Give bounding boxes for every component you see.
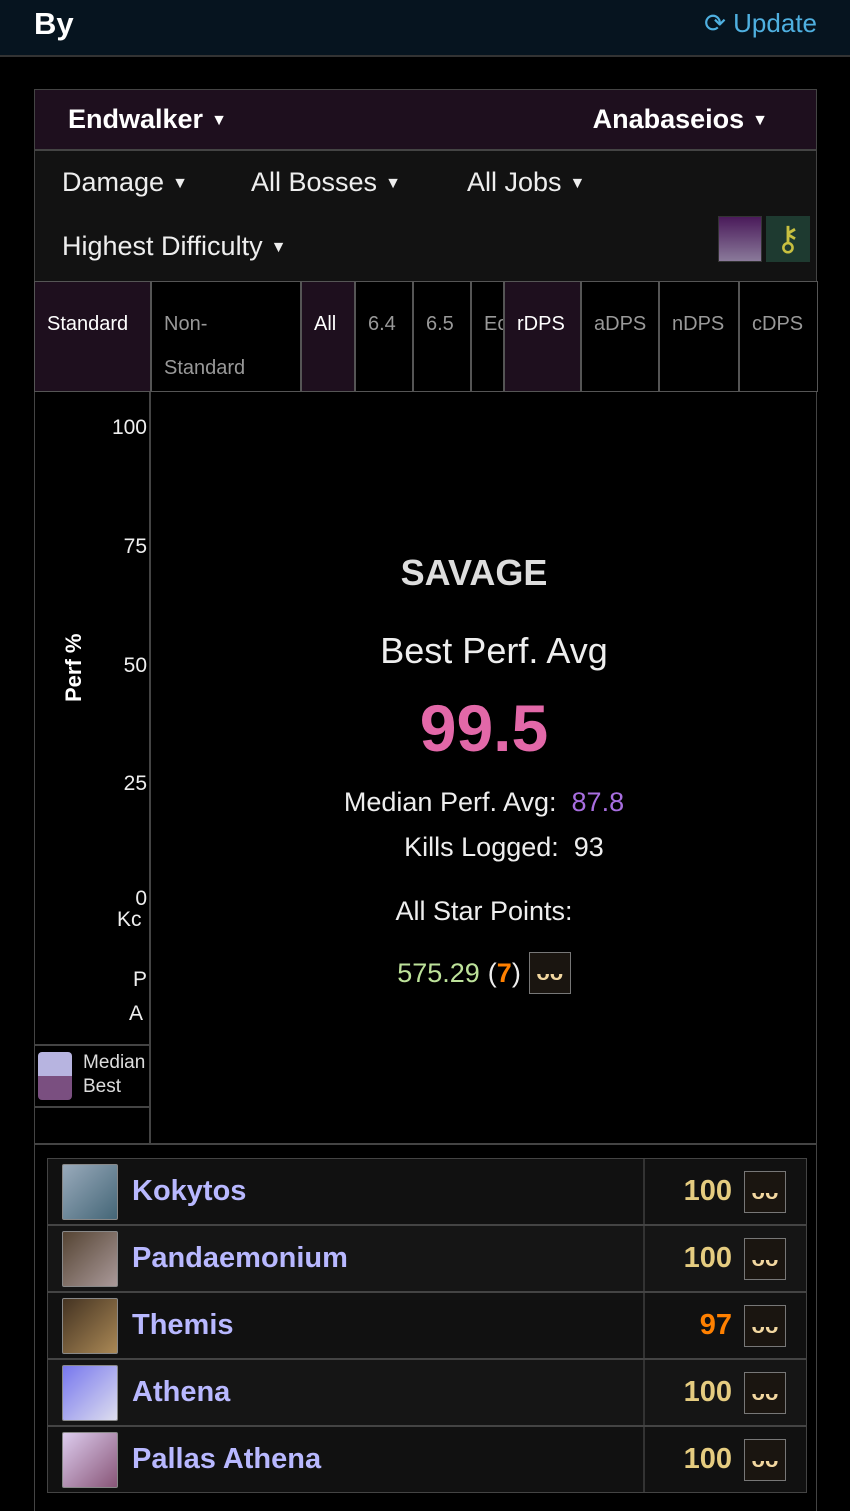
bosses-dropdown[interactable]: All Bosses ▼ — [251, 167, 401, 198]
tab-cdps[interactable]: cDPS — [739, 281, 818, 392]
boss-name[interactable]: Pandaemonium — [132, 1242, 643, 1275]
key-icon[interactable]: ⚷ — [766, 216, 810, 262]
boss-row[interactable]: Pandaemonium 100 ᴗᴗ — [47, 1225, 807, 1292]
legend-median: Median — [83, 1052, 146, 1073]
refresh-icon: ⟳ — [704, 8, 734, 38]
star-icon: ᴗᴗ — [744, 1371, 786, 1414]
legend-swatch-median — [38, 1052, 72, 1076]
boss-row[interactable]: Athena 100 ᴗᴗ — [47, 1359, 807, 1426]
y-tick: 100 — [111, 416, 147, 439]
boss-score-cell: 97 ᴗᴗ — [643, 1293, 806, 1358]
boss-avatar — [62, 1297, 118, 1354]
boss-score-cell: 100 ᴗᴗ — [643, 1427, 806, 1492]
caret-down-icon: ▼ — [270, 238, 287, 256]
boss-row[interactable]: Kokytos 100 ᴗᴗ — [47, 1158, 807, 1225]
caret-down-icon: ▼ — [172, 174, 188, 192]
zone-dropdown[interactable]: Anabaseios ▼ — [593, 104, 768, 135]
legend-best: Best — [83, 1076, 122, 1097]
y-tick: 25 — [123, 772, 147, 795]
rankings-panel: Endwalker ▼ Anabaseios ▼ Damage ▼ All Bosse… — [34, 89, 818, 1511]
boss-row[interactable]: Pallas Athena 100 ᴗᴗ — [47, 1426, 807, 1493]
tab-patch-6-5[interactable]: 6.5 — [413, 281, 471, 392]
boss-row[interactable]: Themis 97 ᴗᴗ — [47, 1292, 807, 1359]
star-icon: ᴗᴗ — [744, 1237, 786, 1280]
star-points-icon: ᴗᴗ — [528, 952, 571, 994]
boss-score-cell: 100 ᴗᴗ — [643, 1360, 806, 1425]
tab-patch-ec[interactable]: Ec — [471, 281, 504, 392]
tab-ndps[interactable]: nDPS — [659, 281, 739, 392]
tab-patch-6-4[interactable]: 6.4 — [355, 281, 413, 392]
boss-avatar — [62, 1364, 118, 1421]
tab-rdps[interactable]: rDPS — [504, 281, 581, 392]
y-tick: 0 — [135, 887, 147, 910]
boss-score: 97 — [699, 1309, 732, 1341]
caret-down-icon: ▼ — [211, 111, 227, 129]
boss-score-cell: 100 ᴗᴗ — [643, 1159, 806, 1224]
boss-score: 100 — [683, 1443, 732, 1475]
boss-score: 100 — [683, 1175, 732, 1207]
median-perf: Median Perf. Avg: 87.8 — [343, 787, 625, 817]
tab-non-standard[interactable]: Non-Standard — [151, 281, 301, 392]
zone-selector-bar: Endwalker ▼ Anabaseios ▼ — [35, 90, 816, 151]
star-points: 575.29 (7) ᴗᴗ — [151, 952, 817, 994]
x-label-clipped: P — [133, 968, 147, 991]
jobs-dropdown[interactable]: All Jobs ▼ — [467, 167, 585, 198]
x-label-clipped: A — [129, 1002, 144, 1025]
tab-patch-all[interactable]: All — [301, 281, 355, 392]
boss-score: 100 — [683, 1242, 732, 1274]
difficulty-label: SAVAGE — [400, 552, 548, 593]
update-button[interactable]: ⟳ Update — [704, 8, 817, 39]
boss-list: Kokytos 100 ᴗᴗ Pandaemonium 100 ᴗᴗ Themis … — [47, 1158, 807, 1493]
page-title: By — [34, 6, 74, 41]
difficulty-dropdown[interactable]: Highest Difficulty ▼ — [62, 231, 286, 262]
boss-name[interactable]: Themis — [132, 1309, 643, 1342]
top-bar: By ⟳ Update — [0, 0, 850, 57]
boss-name[interactable]: Pallas Athena — [132, 1443, 643, 1476]
tab-standard[interactable]: Standard — [34, 281, 151, 392]
metric-dropdown[interactable]: Damage ▼ — [62, 167, 188, 198]
boss-avatar — [62, 1163, 118, 1220]
tab-bar: Standard Non-Standard All 6.4 6.5 Ec rDP… — [34, 281, 818, 392]
x-label-clipped: Kc — [117, 908, 142, 931]
star-icon: ᴗᴗ — [744, 1438, 786, 1481]
star-points-label: All Star Points: — [395, 896, 573, 926]
performance-chart: Perf % 100 75 50 25 0 Kc P A Median Best… — [35, 392, 817, 1145]
y-tick: 50 — [123, 654, 147, 677]
y-axis-label: Perf % — [61, 633, 86, 702]
boss-score-cell: 100 ᴗᴗ — [643, 1226, 806, 1291]
legend-swatch-best — [38, 1076, 72, 1100]
legend: Median Best — [35, 1044, 149, 1108]
y-axis: Perf % 100 75 50 25 0 Kc P A Median Best — [35, 392, 151, 1145]
boss-name[interactable]: Kokytos — [132, 1175, 643, 1208]
caret-down-icon: ▼ — [569, 174, 586, 192]
expansion-dropdown[interactable]: Endwalker ▼ — [68, 104, 227, 135]
best-perf-value: 99.5 — [419, 691, 549, 765]
boss-avatar — [62, 1431, 118, 1488]
star-icon: ᴗᴗ — [744, 1304, 786, 1347]
caret-down-icon: ▼ — [385, 174, 401, 192]
filter-bar: Damage ▼ All Bosses ▼ All Jobs ▼ Highest Di… — [35, 151, 816, 281]
star-icon: ᴗᴗ — [744, 1170, 786, 1213]
best-perf-label: Best Perf. Avg — [380, 630, 608, 671]
kills-logged: Kills Logged: 93 — [404, 832, 604, 862]
caret-down-icon: ▼ — [752, 111, 768, 129]
boss-name[interactable]: Athena — [132, 1376, 643, 1409]
boss-score: 100 — [683, 1376, 732, 1408]
boss-avatar — [62, 1230, 118, 1287]
swords-icon[interactable] — [718, 216, 762, 262]
tab-adps[interactable]: aDPS — [581, 281, 659, 392]
